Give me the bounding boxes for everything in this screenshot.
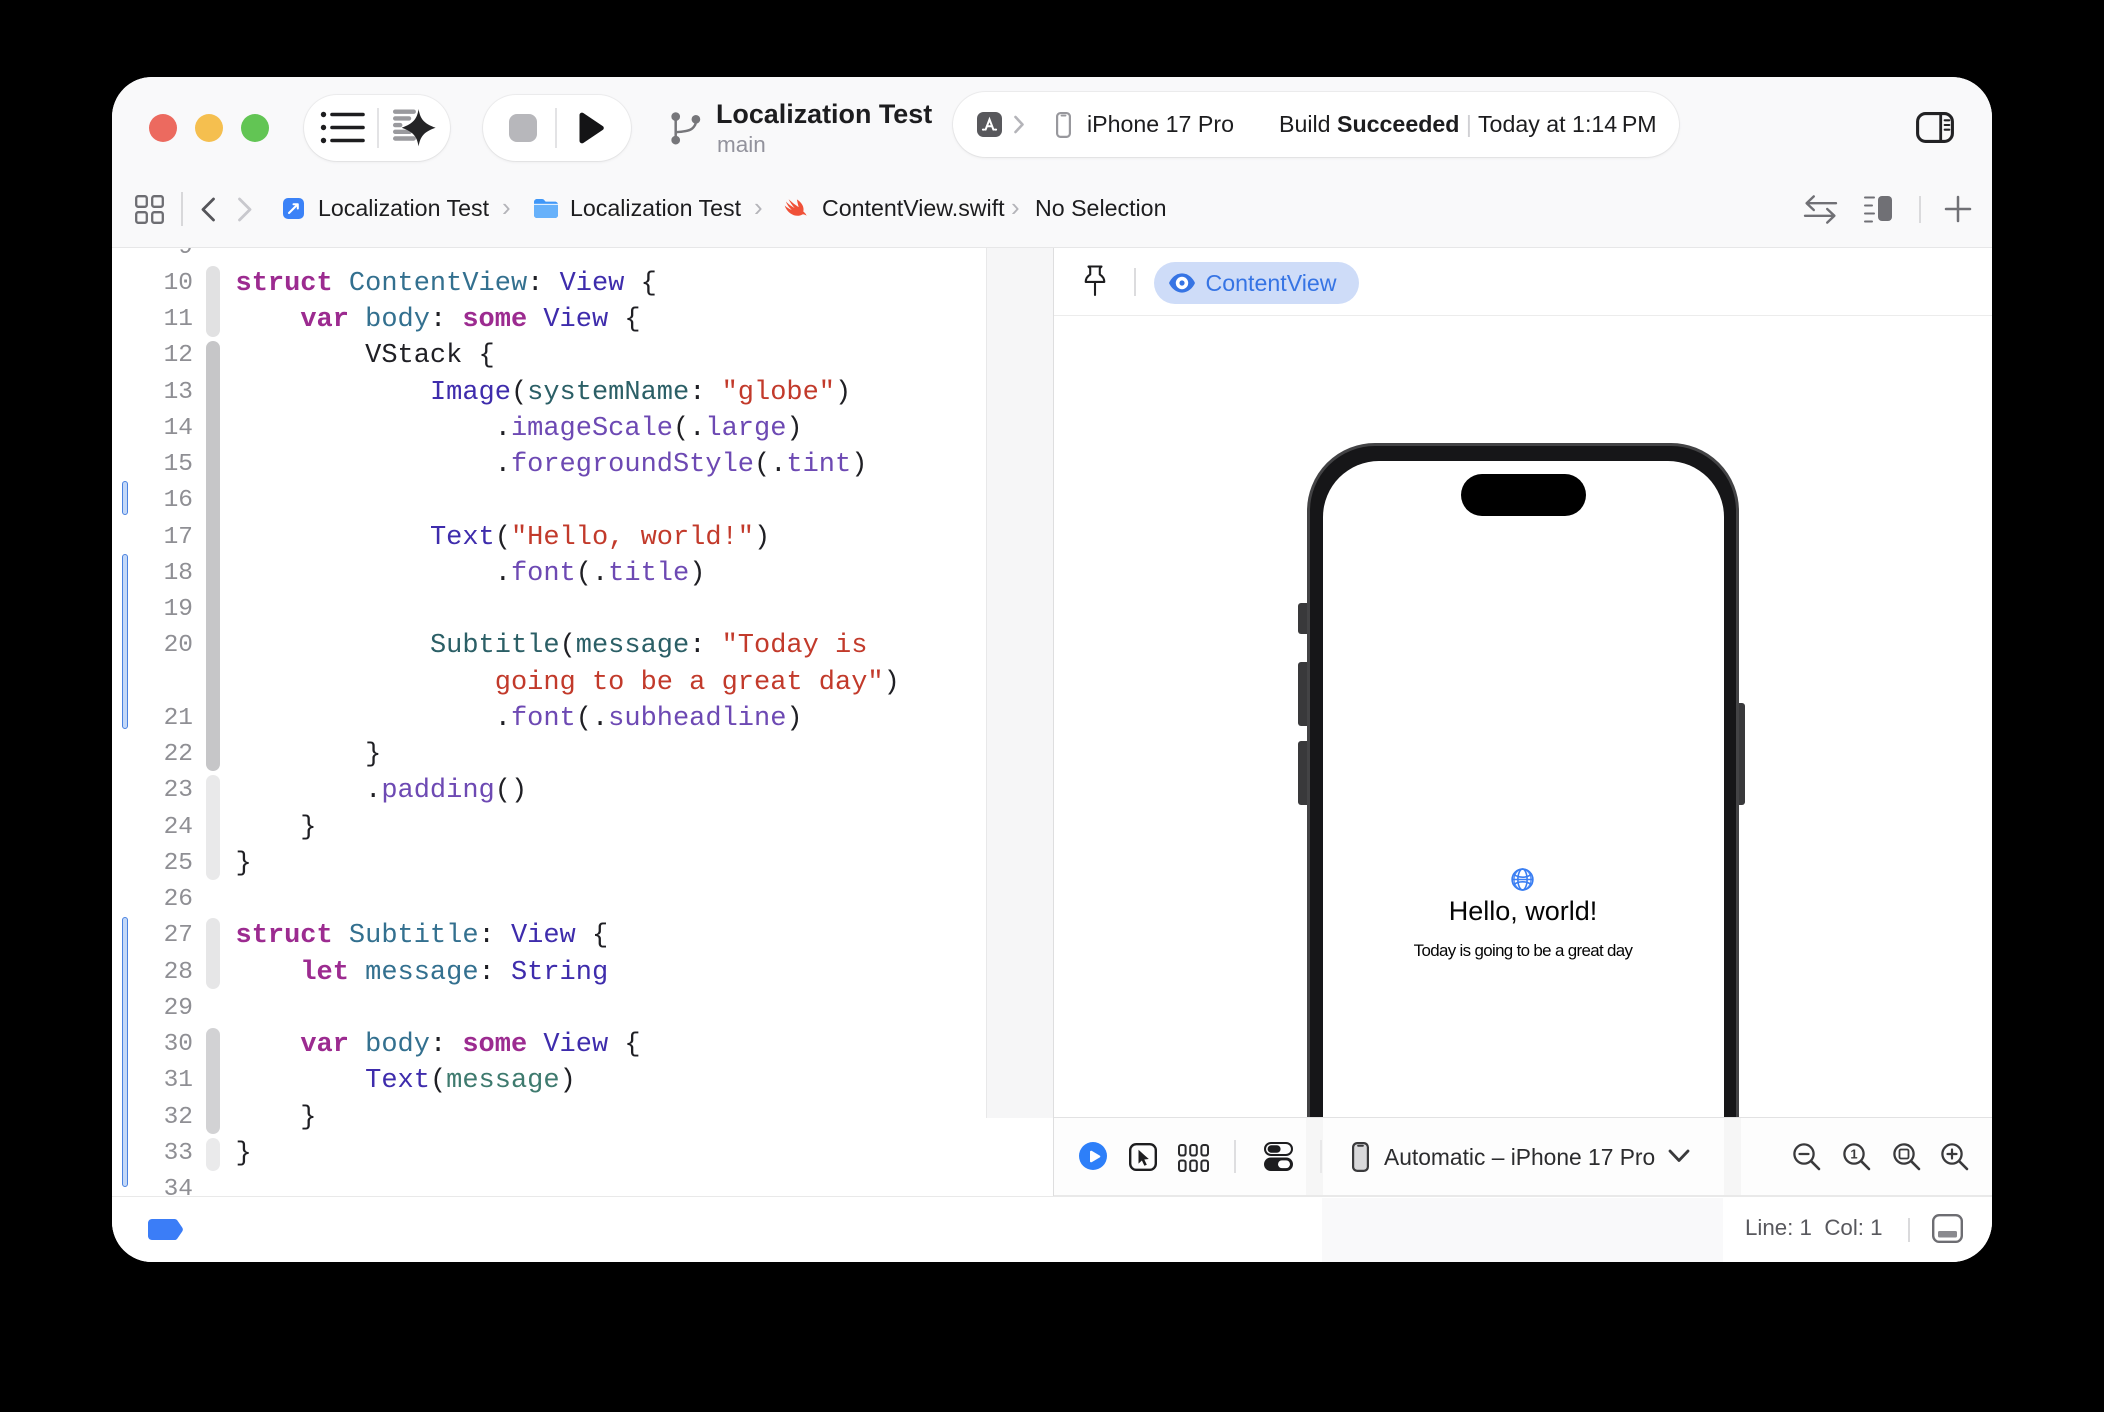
svg-text:1: 1 [1850, 1147, 1857, 1162]
